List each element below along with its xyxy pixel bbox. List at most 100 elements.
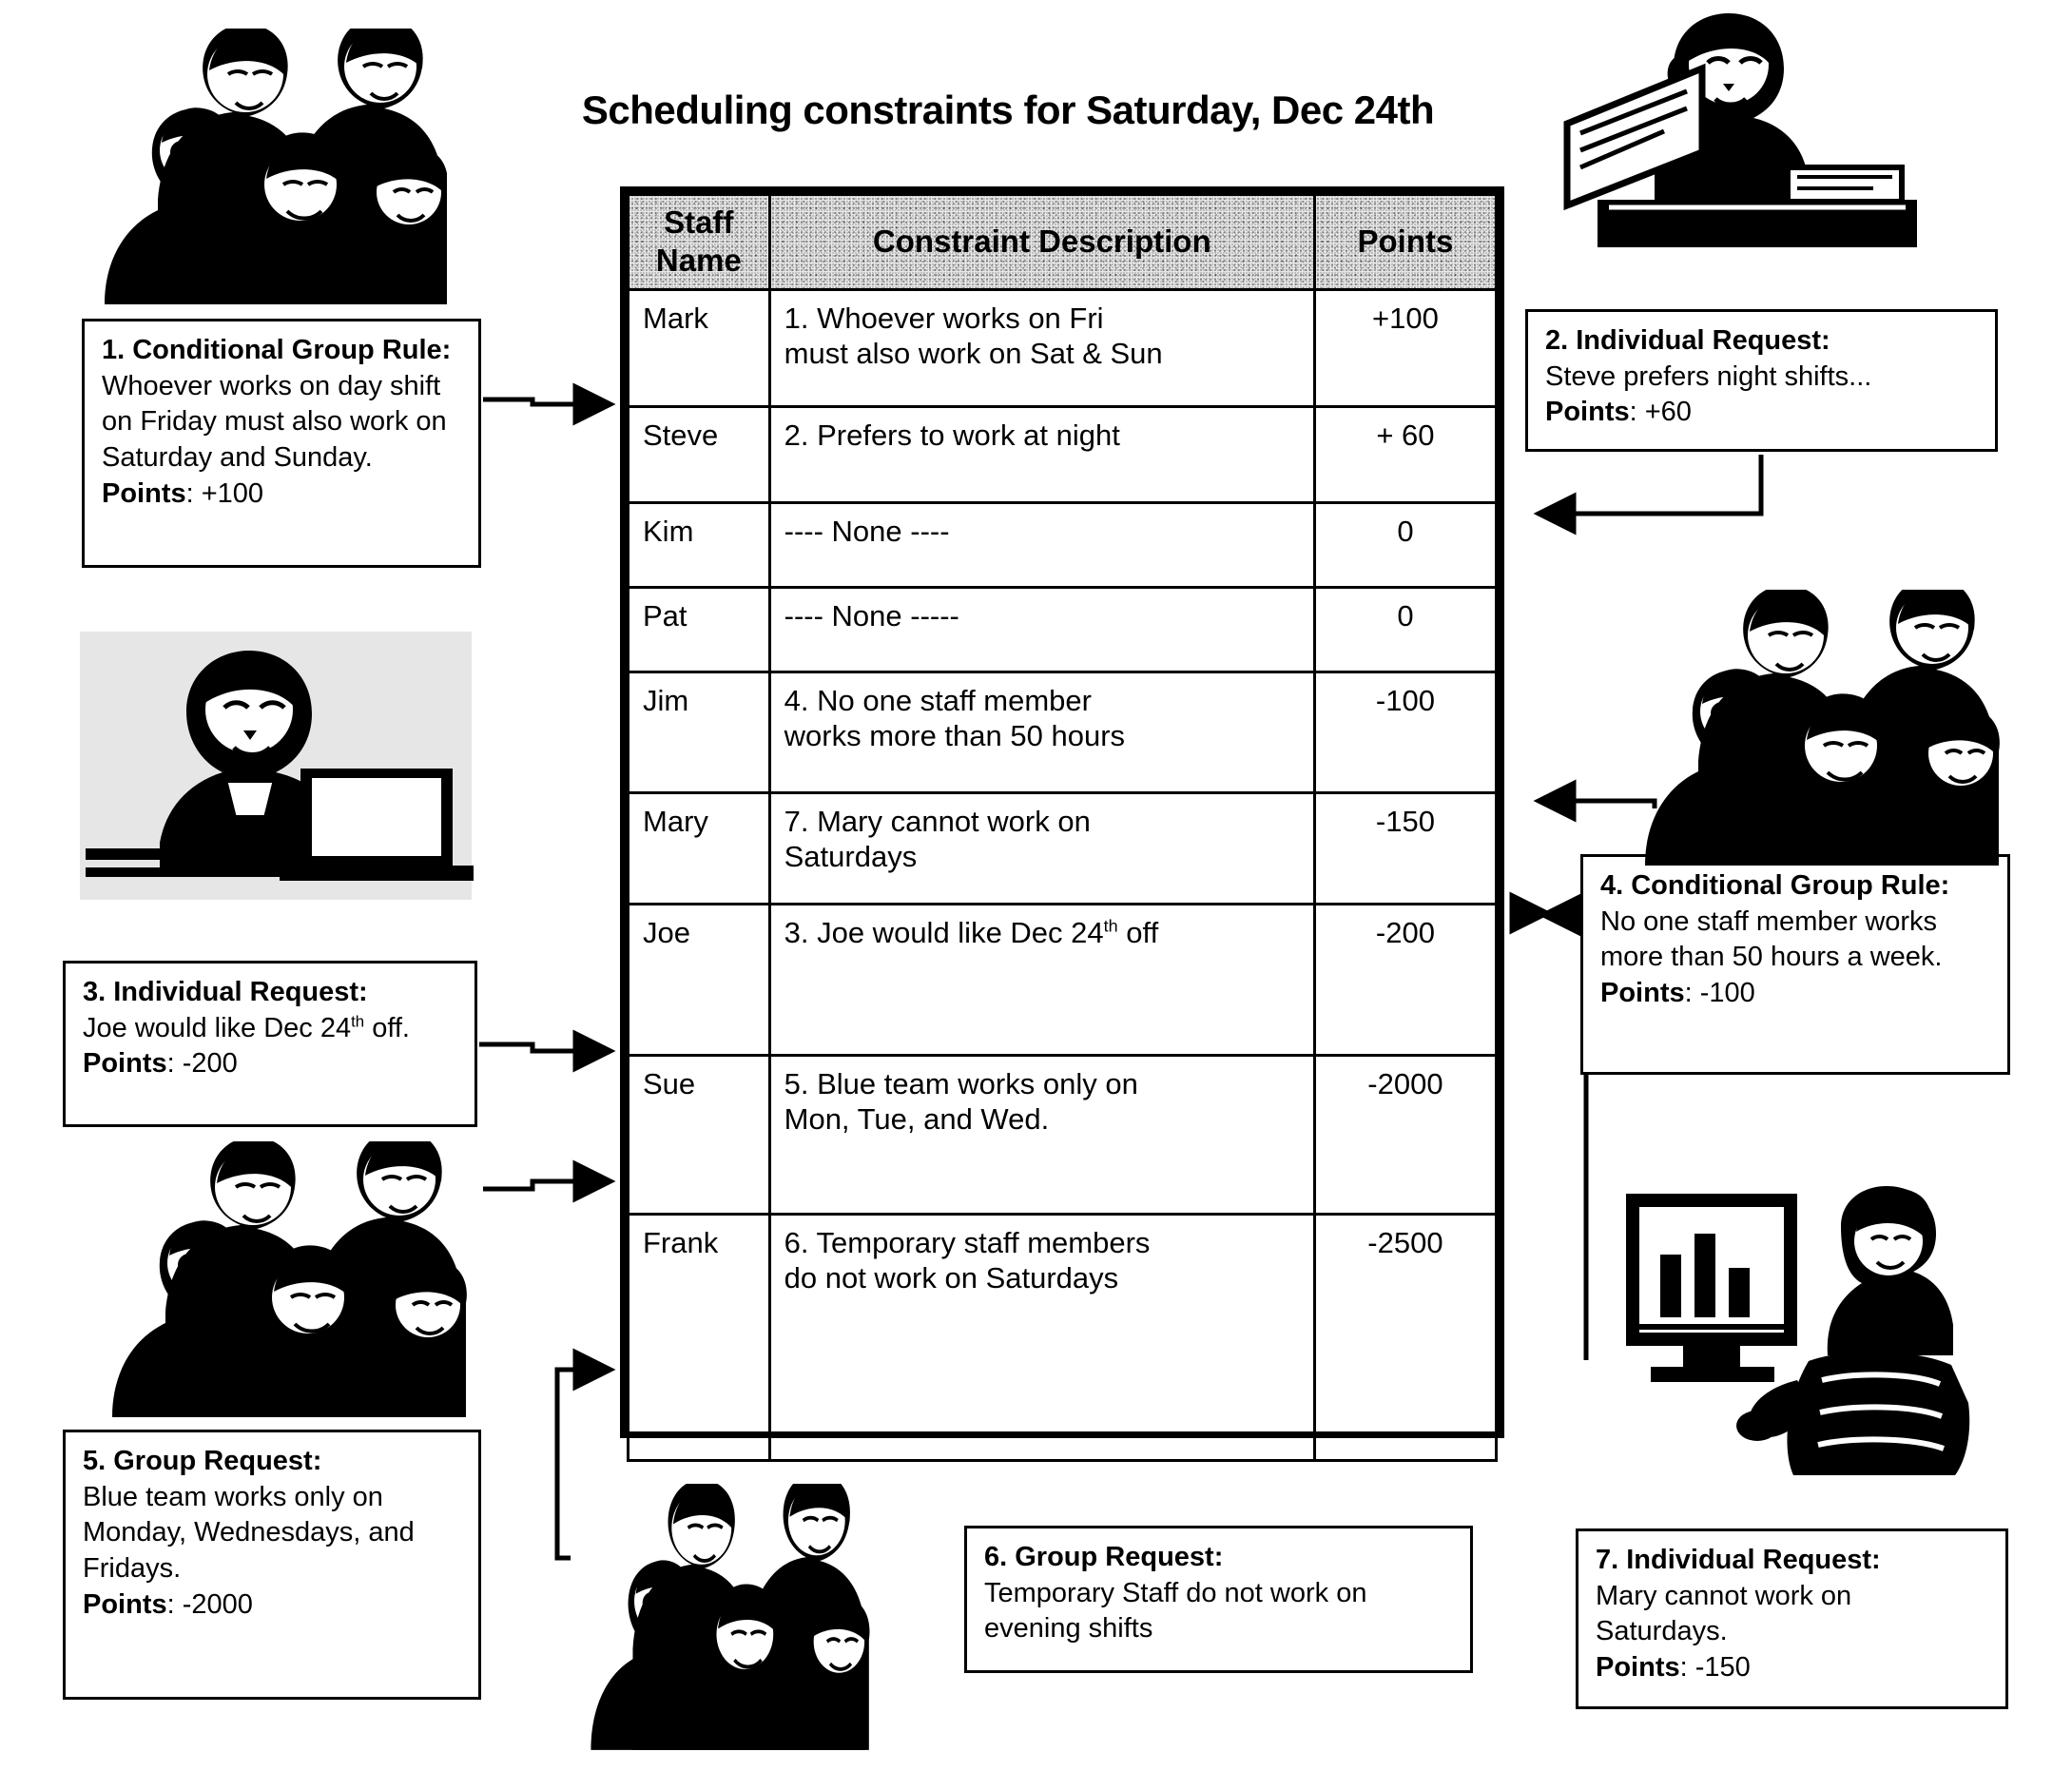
- callout-2-heading: 2. Individual Request:: [1545, 325, 1830, 356]
- cell-constraint-description: 5. Blue team works only on Mon, Tue, and…: [767, 1053, 1316, 1216]
- cell-constraint-description: 2. Prefers to work at night: [767, 404, 1316, 504]
- arrow-callout2: [1533, 455, 1764, 535]
- cell-staff-name: Joe: [627, 902, 771, 1057]
- cell-points: 0: [1312, 585, 1499, 673]
- callout-3-points-value: : -200: [166, 1048, 238, 1080]
- desc-line: 2. Prefers to work at night: [784, 418, 1120, 452]
- callout-1-rule-label: Rule:: [381, 335, 452, 365]
- cell-staff-name: Frank: [627, 1212, 771, 1462]
- callout-2-points-label: Points: [1545, 397, 1630, 428]
- table-row: Mary 7. Mary cannot work on Saturdays -1…: [627, 790, 1499, 905]
- desc-line: Saturdays: [784, 840, 918, 874]
- arrow-callout5: [483, 1159, 616, 1203]
- column-header-constraint-description: Constraint Description: [767, 193, 1316, 291]
- callout-1-heading: 1. Conditional Group: [102, 335, 375, 365]
- table-row: Kim ---- None ---- 0: [627, 500, 1499, 589]
- cell-staff-name: Mark: [627, 287, 771, 408]
- desc-line: 6. Temporary staff members: [784, 1225, 1151, 1259]
- callout-box-5: 5. Group Request: Blue team works only o…: [63, 1430, 481, 1700]
- cell-constraint-description: 1. Whoever works on Fri must also work o…: [767, 287, 1316, 408]
- desc-text-tail: off: [1117, 915, 1159, 949]
- cell-constraint-description: ---- None ----: [767, 500, 1316, 589]
- table-header-row: Staff Name Constraint Description Points: [627, 193, 1499, 291]
- constraints-table: Staff Name Constraint Description Points…: [620, 186, 1504, 1462]
- cell-points: +100: [1312, 287, 1499, 408]
- callout-7-heading: 7. Individual Request:: [1596, 1545, 1881, 1575]
- callout-4-points-label: Points: [1600, 978, 1685, 1009]
- cell-constraint-description: ---- None -----: [767, 585, 1316, 673]
- woman-at-computer-icon: [1626, 1186, 1970, 1475]
- desc-line: ---- None -----: [784, 598, 959, 633]
- desc-line: do not work on Saturdays: [784, 1261, 1119, 1295]
- column-header-points: Points: [1312, 193, 1499, 291]
- arrow-callout1: [483, 382, 616, 426]
- ordinal-suffix: th: [1103, 916, 1118, 936]
- cell-constraint-description: 4. No one staff member works more than 5…: [767, 670, 1316, 794]
- man-at-desk-icon: [1563, 13, 1917, 247]
- callout-4-points-value: : -100: [1684, 978, 1755, 1009]
- page-title: Scheduling constraints for Saturday, Dec…: [581, 88, 1435, 132]
- cell-points: -150: [1312, 790, 1499, 905]
- group-of-people-icon: [112, 1141, 467, 1417]
- cell-points: -2500: [1312, 1212, 1499, 1462]
- callout-7-points-value: : -150: [1679, 1652, 1751, 1684]
- table-row: Steve 2. Prefers to work at night + 60: [627, 404, 1499, 504]
- desc-line: 1. Whoever works on Fri: [784, 301, 1104, 335]
- cell-points: -2000: [1312, 1053, 1499, 1216]
- callout-2-points-value: : +60: [1629, 397, 1692, 428]
- desc-line: 3. Joe would like Dec 24th off: [784, 915, 1300, 951]
- callout-3-body-tail: off.: [364, 1012, 410, 1043]
- desc-text: 3. Joe would like Dec 24: [784, 915, 1104, 949]
- callout-box-1: 1. Conditional Group Rule: Whoever works…: [82, 319, 481, 568]
- table-row: Joe 3. Joe would like Dec 24th off -200: [627, 902, 1499, 1057]
- cell-staff-name: Kim: [627, 500, 771, 589]
- cell-staff-name: Jim: [627, 670, 771, 794]
- cell-constraint-description: 3. Joe would like Dec 24th off: [767, 902, 1316, 1057]
- desc-line: Mon, Tue, and Wed.: [784, 1102, 1050, 1137]
- callout-7-body: Mary cannot work on Saturdays.: [1596, 1580, 1852, 1647]
- desc-line: must also work on Sat & Sun: [784, 337, 1163, 371]
- callout-7-points-label: Points: [1596, 1652, 1680, 1684]
- callout-5-points-label: Points: [83, 1588, 167, 1620]
- callout-box-6: 6. Group Request: Temporary Staff do not…: [964, 1526, 1473, 1673]
- group-of-people-icon: [591, 1484, 870, 1750]
- cell-staff-name: Pat: [627, 585, 771, 673]
- arrow-callout3: [479, 1029, 616, 1073]
- table-row: Sue 5. Blue team works only on Mon, Tue,…: [627, 1053, 1499, 1216]
- cell-points: 0: [1312, 500, 1499, 589]
- callout-box-4: 4. Conditional Group Rule: No one staff …: [1580, 854, 2010, 1075]
- callout-5-points-value: : -2000: [166, 1588, 253, 1620]
- group-of-people-icon: [1645, 590, 2000, 866]
- cell-points: -200: [1312, 902, 1499, 1057]
- cell-staff-name: Mary: [627, 790, 771, 905]
- callout-box-7: 7. Individual Request: Mary cannot work …: [1576, 1528, 2008, 1709]
- desc-line: works more than 50 hours: [784, 719, 1126, 753]
- column-header-staff-name-line1: Staff: [664, 204, 734, 240]
- table-row: Mark 1. Whoever works on Fri must also w…: [627, 287, 1499, 408]
- desc-line: 7. Mary cannot work on: [784, 804, 1091, 838]
- cell-points: -100: [1312, 670, 1499, 794]
- callout-3-heading: 3. Individual Request:: [83, 977, 368, 1007]
- desc-line: 4. No one staff member: [784, 683, 1092, 717]
- column-header-staff-name-line2: Name: [655, 243, 742, 279]
- table-row: Jim 4. No one staff member works more th…: [627, 670, 1499, 794]
- callout-6-body: Temporary Staff do not work on evening s…: [984, 1577, 1367, 1645]
- callout-5-body: Blue team works only on Monday, Wednesda…: [83, 1481, 415, 1585]
- desc-line: 5. Blue team works only on: [784, 1066, 1138, 1100]
- cell-staff-name: Sue: [627, 1053, 771, 1216]
- callout-1-body: Whoever works on day shift on Friday mus…: [102, 370, 447, 474]
- group-of-people-icon: [105, 29, 447, 304]
- callout-1-points-value: : +100: [185, 477, 264, 509]
- cell-staff-name: Steve: [627, 404, 771, 504]
- callout-2-body: Steve prefers night shifts...: [1545, 360, 1872, 392]
- table: Staff Name Constraint Description Points…: [627, 193, 1499, 1462]
- cell-constraint-description: 6. Temporary staff members do not work o…: [767, 1212, 1316, 1462]
- table-row: Pat ---- None ----- 0: [627, 585, 1499, 673]
- callout-3-body: Joe would like Dec 24: [83, 1012, 352, 1043]
- callout-box-2: 2. Individual Request: Steve prefers nig…: [1525, 309, 1998, 452]
- callout-3-points-label: Points: [83, 1048, 167, 1080]
- table-row: Frank 6. Temporary staff members do not …: [627, 1212, 1499, 1462]
- ordinal-suffix: th: [351, 1012, 365, 1031]
- cell-constraint-description: 7. Mary cannot work on Saturdays: [767, 790, 1316, 905]
- callout-5-heading: 5. Group Request:: [83, 1446, 322, 1476]
